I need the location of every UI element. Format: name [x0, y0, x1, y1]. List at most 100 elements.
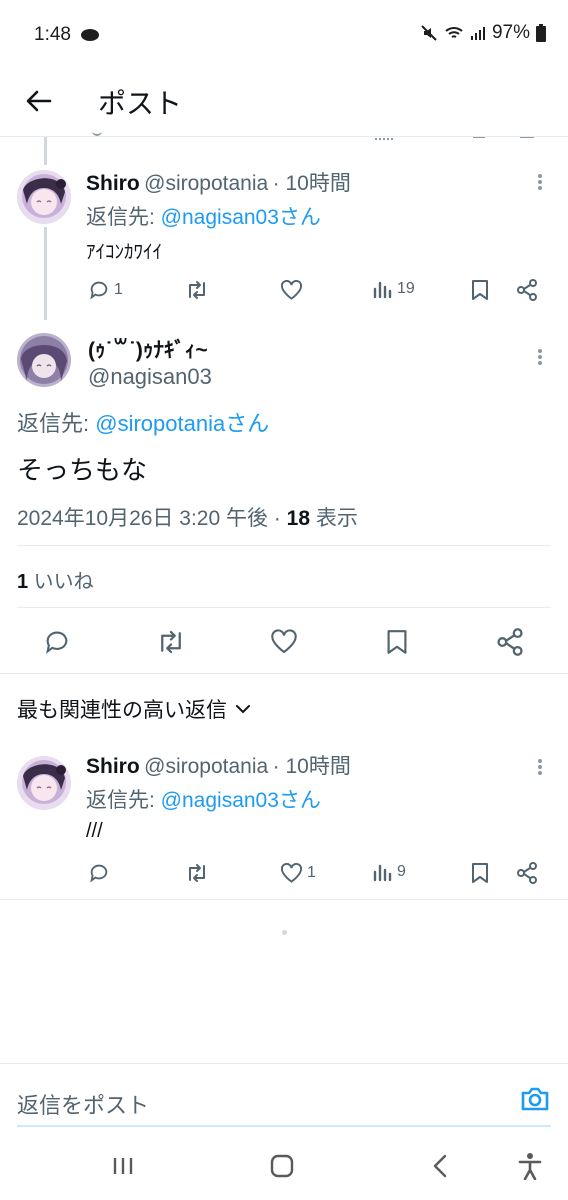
- status-bar: 1:48 97%: [0, 0, 568, 70]
- reply-to-link[interactable]: @siropotaniaさん: [95, 411, 269, 436]
- reply-icon: [90, 864, 108, 883]
- analytics-icon: [373, 281, 392, 299]
- bookmark-icon: [472, 863, 488, 883]
- thread-line-connector: [44, 227, 47, 320]
- divider: [0, 899, 568, 900]
- main-tweet: (ｩ˙꒳​˙)ｩﾅｷﾞｨ~ @nagisan03 返信先: @siropotan…: [0, 320, 568, 546]
- compose-underline: [17, 1125, 551, 1127]
- like-button[interactable]: 1: [280, 862, 316, 884]
- reply-to-prefix: 返信先:: [17, 411, 96, 436]
- retweet-icon: [161, 630, 181, 654]
- bookmark-button[interactable]: [470, 862, 490, 884]
- retweet-icon: [189, 281, 205, 299]
- bookmark-icon: [472, 280, 488, 300]
- tweet-text: そっちもな: [17, 455, 148, 485]
- tweet-timestamp[interactable]: 2024年10月26日 3:20 午後 ·: [17, 507, 287, 530]
- share-icon: [497, 628, 523, 656]
- avatar[interactable]: [17, 756, 71, 810]
- reply-button[interactable]: [88, 862, 114, 884]
- status-time: 1:48: [34, 24, 71, 45]
- reply-header: Shiro @siropotania · 10時間: [86, 167, 351, 197]
- views-button[interactable]: 9: [373, 862, 406, 882]
- bookmark-button[interactable]: [470, 279, 490, 301]
- bookmark-icon: [387, 630, 407, 654]
- reply-to-line: 返信先: @siropotaniaさん: [17, 406, 269, 438]
- reply-icon: [90, 281, 108, 300]
- retweet-button[interactable]: [185, 862, 209, 884]
- retweet-icon: [189, 864, 205, 882]
- more-options-icon[interactable]: [537, 757, 543, 777]
- reply-to-prefix: 返信先:: [86, 789, 161, 812]
- tweet-text: ｱｲｺﾝｶﾜｲｲ: [86, 242, 163, 263]
- nav-back-icon[interactable]: [432, 1154, 448, 1178]
- like-count: 1: [307, 864, 316, 881]
- divider: [17, 545, 551, 546]
- heart-icon: [271, 629, 297, 654]
- page-title: ポスト: [98, 88, 183, 119]
- like-button[interactable]: [270, 628, 298, 655]
- likes-count: 1: [17, 571, 29, 593]
- signal-icon: [470, 25, 486, 41]
- more-options-icon[interactable]: [537, 347, 543, 367]
- likes-label: いいね: [28, 571, 94, 593]
- post-time: · 10時間: [272, 172, 351, 195]
- reply-header: Shiro @siropotania · 10時間: [86, 750, 351, 780]
- camera-icon[interactable]: [520, 1085, 550, 1113]
- avatar[interactable]: [17, 333, 71, 387]
- back-arrow-icon[interactable]: [24, 86, 54, 116]
- view-count: 18: [286, 507, 310, 530]
- reply-to-link[interactable]: @nagisan03さん: [161, 789, 321, 812]
- reply-tweet-2[interactable]: Shiro @siropotania · 10時間 返信先: @nagisan0…: [0, 728, 568, 900]
- display-name[interactable]: Shiro: [86, 755, 140, 778]
- wifi-icon: [444, 25, 464, 41]
- post-time: · 10時間: [272, 755, 351, 778]
- app-header: ポスト: [0, 70, 568, 136]
- share-button[interactable]: [516, 862, 538, 884]
- share-button[interactable]: [496, 628, 524, 656]
- display-name[interactable]: Shiro: [86, 172, 140, 195]
- share-button[interactable]: [516, 279, 538, 301]
- analytics-icon: [373, 864, 392, 882]
- heart-icon: [280, 279, 303, 300]
- user-handle[interactable]: @siropotania: [144, 755, 268, 778]
- reply-compose-input[interactable]: 返信をポスト: [17, 1088, 149, 1120]
- reply-tweet-1[interactable]: Shiro @siropotania · 10時間 返信先: @nagisan0…: [0, 137, 568, 317]
- reply-to-line: 返信先: @nagisan03さん: [86, 784, 321, 814]
- user-handle[interactable]: @nagisan03: [88, 364, 212, 390]
- main-action-bar: [0, 608, 568, 674]
- display-name[interactable]: (ｩ˙꒳​˙)ｩﾅｷﾞｨ~: [88, 334, 208, 364]
- tweet-meta: 2024年10月26日 3:20 午後 · 18 表示: [17, 502, 358, 532]
- battery-icon: [536, 24, 546, 42]
- home-icon[interactable]: [270, 1154, 294, 1178]
- user-handle[interactable]: @siropotania: [144, 172, 268, 195]
- views-button[interactable]: 19: [373, 279, 415, 299]
- views-label: 表示: [310, 507, 358, 530]
- reply-button[interactable]: [43, 628, 71, 656]
- battery-text: 97%: [491, 22, 530, 43]
- share-icon: [517, 862, 537, 884]
- reply-count: 1: [114, 281, 123, 298]
- reply-to-prefix: 返信先:: [86, 206, 161, 229]
- retweet-button[interactable]: [185, 279, 209, 301]
- retweet-button[interactable]: [156, 628, 186, 656]
- accessibility-icon[interactable]: [518, 1152, 542, 1180]
- reply-button[interactable]: 1: [88, 279, 123, 301]
- avatar[interactable]: [17, 170, 71, 224]
- share-icon: [517, 279, 537, 301]
- more-options-icon[interactable]: [537, 172, 543, 192]
- recent-apps-icon[interactable]: [112, 1156, 134, 1176]
- likes-summary[interactable]: 1 いいね: [17, 565, 94, 594]
- cloud-icon: [80, 26, 100, 42]
- reply-icon: [46, 631, 68, 654]
- heart-icon: [280, 862, 303, 883]
- mute-icon: [420, 24, 438, 42]
- reply-sort-dropdown[interactable]: 最も関連性の高い返信: [17, 694, 251, 724]
- tweet-text: ///: [86, 820, 103, 842]
- view-count: 9: [397, 863, 406, 880]
- status-indicators: 97%: [420, 22, 546, 44]
- chevron-down-icon: [236, 705, 250, 714]
- reply-to-line: 返信先: @nagisan03さん: [86, 201, 321, 231]
- like-button[interactable]: [280, 279, 307, 301]
- reply-to-link[interactable]: @nagisan03さん: [161, 206, 321, 229]
- bookmark-button[interactable]: [385, 628, 409, 656]
